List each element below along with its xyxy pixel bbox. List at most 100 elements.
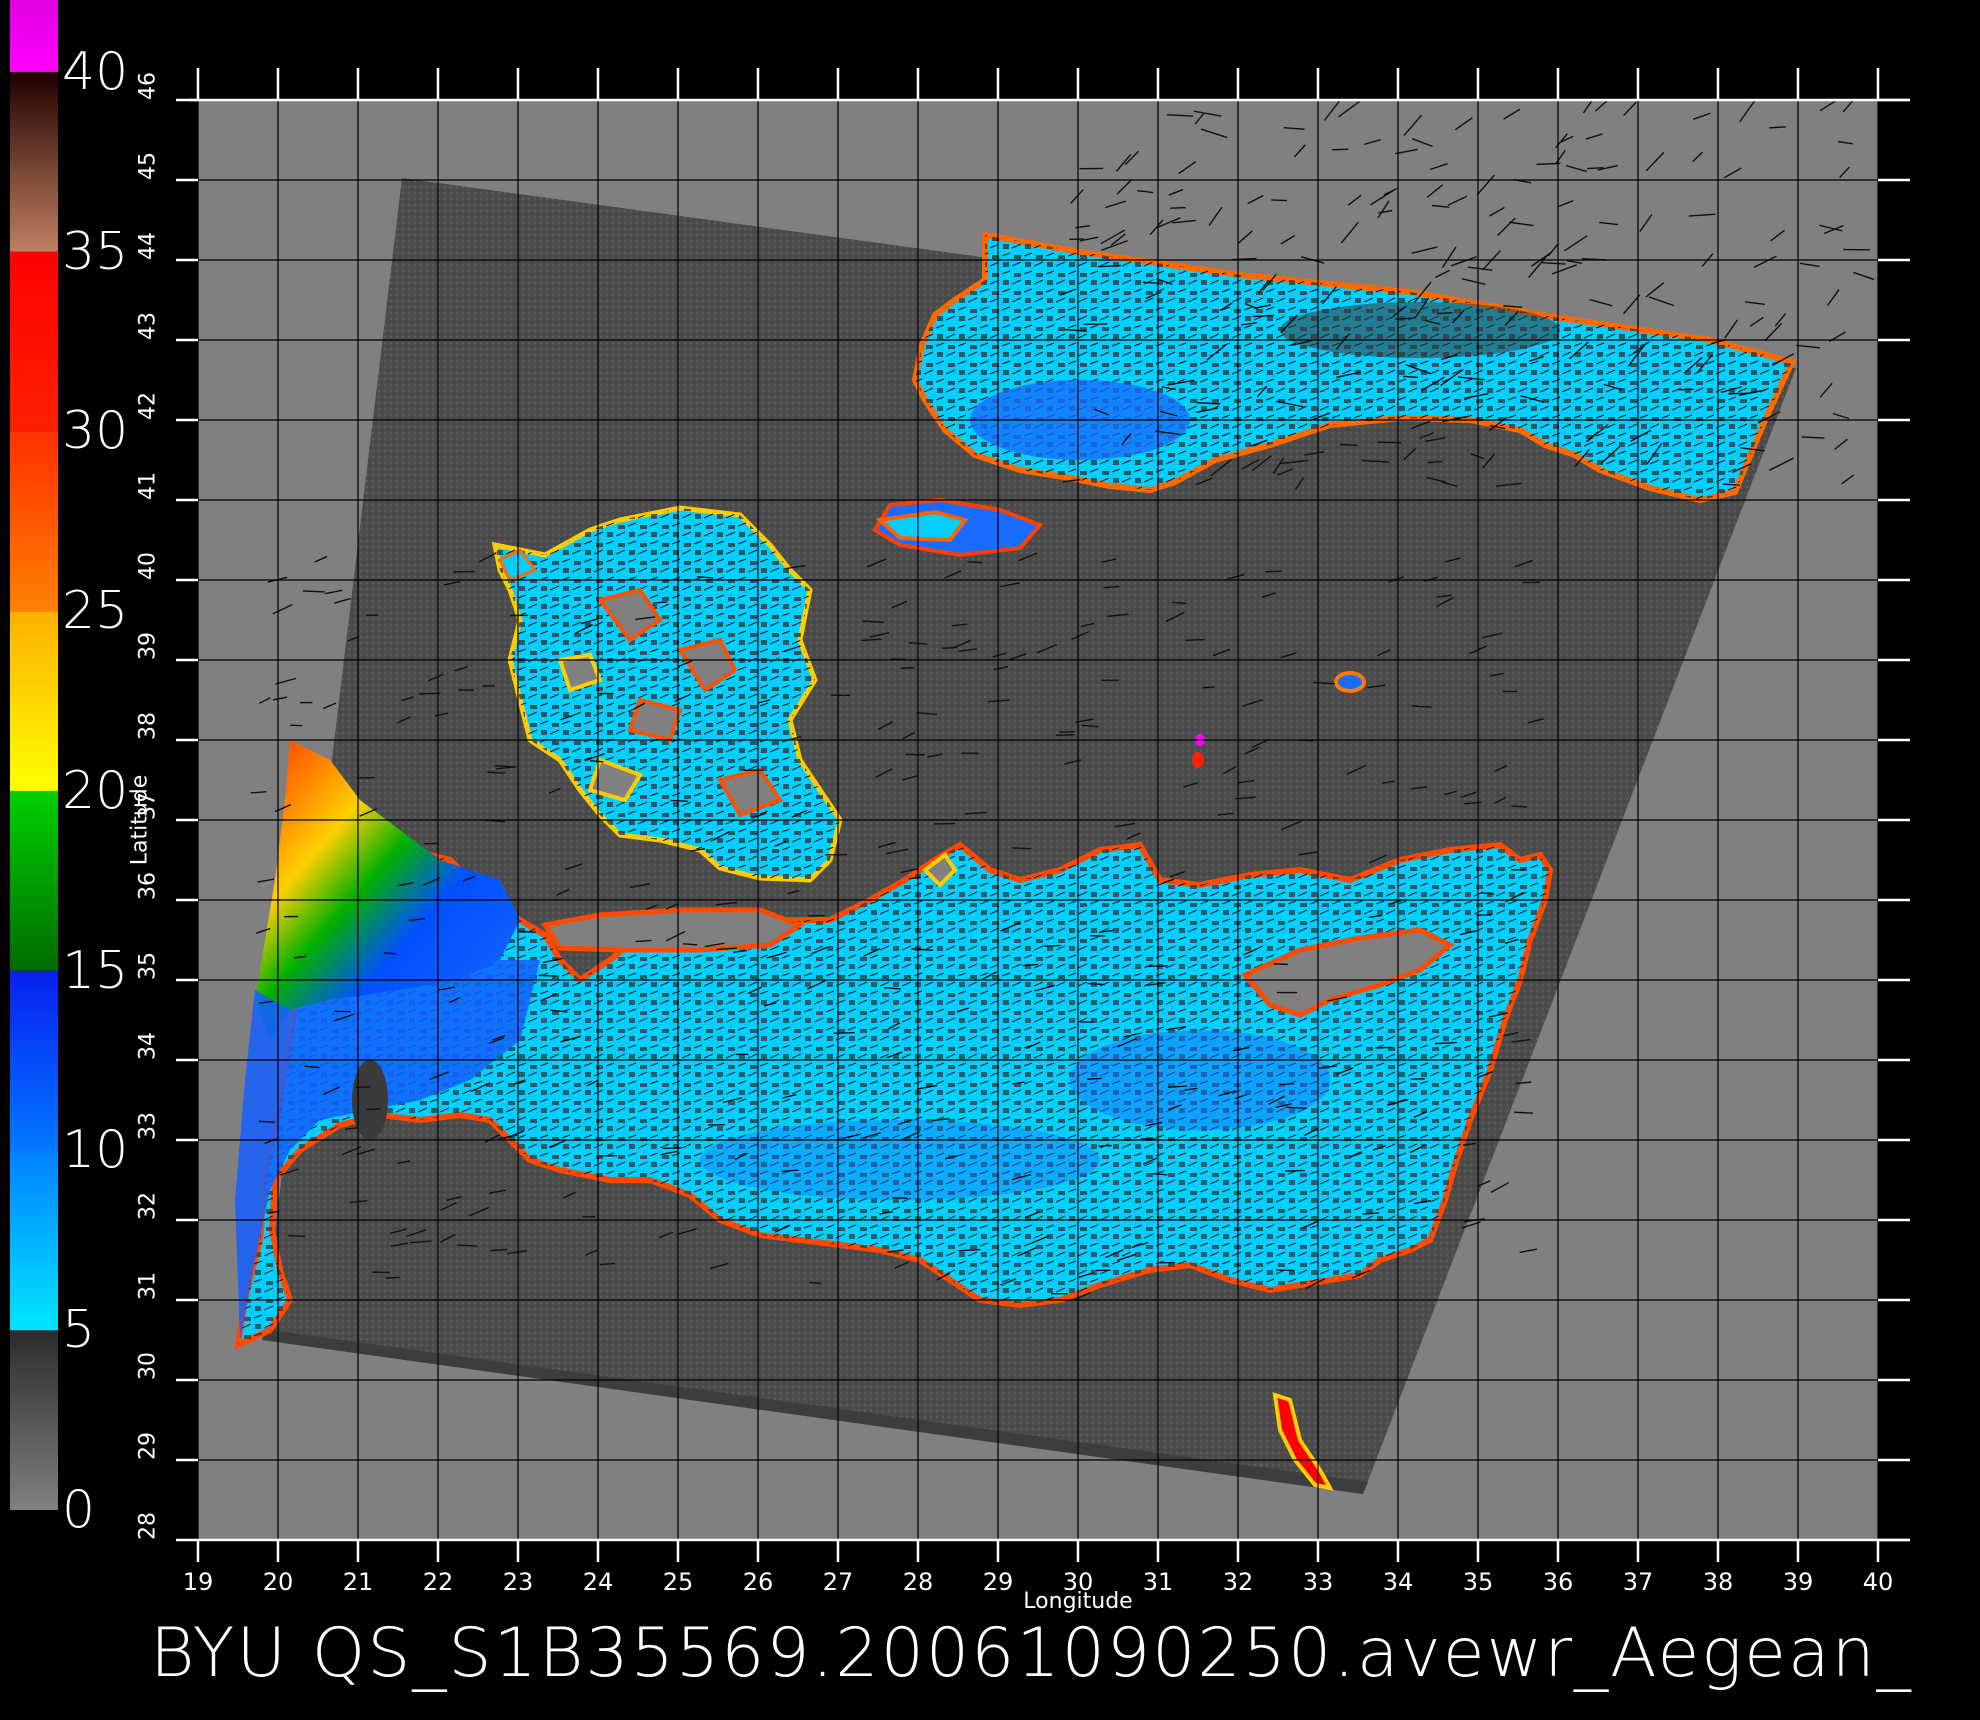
lat-tick-label: 35 <box>135 952 161 980</box>
wind-vector <box>1142 281 1158 284</box>
wind-vector <box>1339 443 1358 447</box>
lat-tick-label: 41 <box>135 472 161 500</box>
lat-tick-label: 40 <box>135 552 161 580</box>
lat-tick-label: 29 <box>135 1432 161 1460</box>
lat-tick-label: 36 <box>135 872 161 900</box>
wind-vector <box>1728 392 1751 395</box>
lat-tick-label: 42 <box>135 392 161 420</box>
lon-tick-label: 20 <box>262 1568 294 1596</box>
wind-vector <box>419 692 441 695</box>
colorbar-label: 15 <box>62 940 129 1001</box>
lon-tick-label: 22 <box>422 1568 454 1596</box>
wind-vector <box>290 724 303 727</box>
lon-tick-label: 19 <box>182 1568 214 1596</box>
wind-vector <box>1146 965 1168 968</box>
colorbar <box>10 0 58 1510</box>
colorbar-band-35 <box>10 71 58 252</box>
colorbar-band-25 <box>10 431 58 612</box>
colorbar-band-0 <box>10 1330 58 1510</box>
wind-vector <box>1012 847 1032 850</box>
wind-vector <box>890 658 906 661</box>
lon-tick-label: 21 <box>342 1568 374 1596</box>
lon-tick-label: 33 <box>1302 1568 1334 1596</box>
wind-vector <box>1375 1046 1393 1049</box>
wind-vector <box>1202 686 1215 689</box>
colorbar-label: 40 <box>62 41 129 102</box>
wind-vector <box>383 952 396 955</box>
colorbar-band-40 <box>10 0 58 72</box>
x-axis-label: Longitude <box>1023 1589 1133 1614</box>
wind-vector <box>487 771 506 774</box>
wind-vector <box>682 943 698 946</box>
colorbar-band-30 <box>10 251 58 432</box>
wind-vector <box>1514 1111 1534 1114</box>
wind-vector <box>1437 312 1453 315</box>
lat-tick-label: 31 <box>135 1272 161 1300</box>
lon-tick-label: 26 <box>742 1568 774 1596</box>
wind-map-scene <box>10 0 1910 1562</box>
colorbar-band-20 <box>10 611 58 791</box>
wind-vector <box>1265 570 1282 573</box>
colorbar-band-5 <box>10 1150 58 1331</box>
wind-vector <box>905 753 925 756</box>
colorbar-label: 5 <box>62 1300 96 1361</box>
lake-small-2 <box>1192 752 1204 768</box>
lake-tuz <box>1334 671 1366 693</box>
wind-vector <box>1087 982 1105 986</box>
wind-vector <box>833 1031 855 1034</box>
wind-vector <box>366 1108 381 1111</box>
colorbar-label: 30 <box>62 401 129 462</box>
wind-vector <box>670 799 688 803</box>
lon-tick-label: 27 <box>822 1568 854 1596</box>
wind-vector <box>1331 148 1349 151</box>
lon-tick-label: 25 <box>662 1568 694 1596</box>
lon-tick-label: 40 <box>1862 1568 1894 1596</box>
wind-vector <box>900 666 915 670</box>
lat-tick-label: 33 <box>135 1112 161 1140</box>
wind-vector <box>809 1281 822 1285</box>
lon-tick-label: 37 <box>1622 1568 1654 1596</box>
lat-tick-label: 30 <box>135 1352 161 1380</box>
lon-tick-label: 23 <box>502 1568 534 1596</box>
wind-vector <box>1169 206 1186 209</box>
wind-vector <box>1677 388 1694 391</box>
lon-tick-label: 29 <box>982 1568 1014 1596</box>
colorbar-label: 20 <box>62 760 129 821</box>
wind-vector <box>288 1234 306 1238</box>
colorbar-label: 0 <box>62 1480 96 1540</box>
image-caption: BYU QS_S1B35569.20061090250.avewr_Aegean… <box>150 1614 1913 1693</box>
wind-vector <box>385 1276 400 1279</box>
colorbar-label: 35 <box>62 221 129 282</box>
lat-tick-label: 34 <box>135 1032 161 1060</box>
lon-tick-label: 34 <box>1382 1568 1414 1596</box>
wind-vector <box>1055 734 1075 737</box>
lat-tick-label: 43 <box>135 312 161 340</box>
lon-tick-label: 28 <box>902 1568 934 1596</box>
lat-tick-label: 44 <box>135 232 161 260</box>
colorbar-band-10 <box>10 970 58 1151</box>
lat-tick-label: 46 <box>135 72 161 100</box>
wind-vector <box>302 590 325 593</box>
wind-vector <box>1185 638 1205 642</box>
wind-vector <box>1043 944 1061 947</box>
wind-vector <box>1087 1077 1102 1080</box>
lat-tick-label: 32 <box>135 1192 161 1220</box>
lon-tick-label: 32 <box>1222 1568 1254 1596</box>
wind-vector <box>1271 199 1288 202</box>
lon-tick-label: 24 <box>582 1568 614 1596</box>
lat-tick-label: 38 <box>135 712 161 740</box>
lat-tick-label: 39 <box>135 632 161 660</box>
wind-vector <box>1511 805 1528 808</box>
colorbar-label: 25 <box>62 581 129 642</box>
y-axis-label: Latitude <box>127 774 153 866</box>
lon-tick-label: 39 <box>1782 1568 1814 1596</box>
colorbar-label: 10 <box>62 1120 129 1181</box>
lon-tick-label: 35 <box>1462 1568 1494 1596</box>
wind-vector <box>538 974 557 977</box>
lon-tick-label: 38 <box>1702 1568 1734 1596</box>
lon-tick-label: 36 <box>1542 1568 1574 1596</box>
wind-vector <box>600 1262 616 1266</box>
wind-vector <box>1587 167 1604 170</box>
lat-tick-label: 45 <box>135 152 161 180</box>
lat-tick-label: 28 <box>135 1512 161 1540</box>
